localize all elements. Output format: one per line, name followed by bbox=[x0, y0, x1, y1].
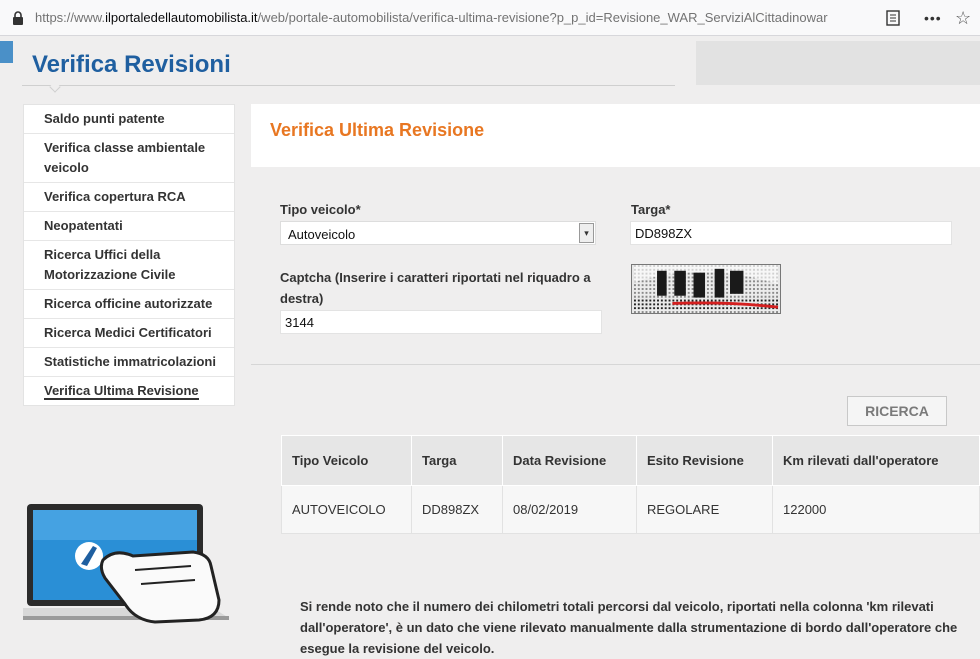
tipo-veicolo-label: Tipo veicolo* bbox=[280, 202, 361, 217]
sidebar-item-label: Saldo punti patente bbox=[44, 111, 165, 126]
sidebar-item-label: Verifica classe ambientale veicolo bbox=[44, 140, 206, 175]
chevron-down-icon[interactable]: ▾ bbox=[579, 223, 594, 243]
sidebar-menu: Saldo punti patente Verifica classe ambi… bbox=[23, 104, 235, 406]
table-cell: DD898ZX bbox=[411, 485, 503, 534]
search-button[interactable]: RICERCA bbox=[847, 396, 947, 426]
url-path: /web/portale-automobilista/verifica-ulti… bbox=[257, 10, 828, 25]
table-cell: REGOLARE bbox=[636, 485, 773, 534]
address-bar[interactable]: https://www.ilportaledellautomobilista.i… bbox=[35, 10, 875, 25]
tipo-veicolo-value: Autoveicolo bbox=[288, 227, 356, 242]
sidebar-item-label: Statistiche immatricolazioni bbox=[44, 354, 216, 369]
column-header: Data Revisione bbox=[502, 435, 637, 486]
browser-toolbar: https://www.ilportaledellautomobilista.i… bbox=[0, 0, 980, 36]
captcha-label: Captcha (Inserire i caratteri riportati … bbox=[280, 270, 591, 306]
main-panel: Verifica Ultima Revisione Tipo veicolo* … bbox=[251, 104, 980, 656]
column-header: Esito Revisione bbox=[636, 435, 773, 486]
main-header: Verifica Ultima Revisione bbox=[251, 104, 980, 167]
header-banner bbox=[696, 41, 980, 85]
page: Verifica Revisioni Saldo punti patente V… bbox=[0, 37, 980, 656]
table-header-row: Tipo Veicolo Targa Data Revisione Esito … bbox=[281, 435, 980, 486]
bookmark-star-icon[interactable]: ☆ bbox=[955, 8, 971, 29]
table-cell: AUTOVEICOLO bbox=[281, 485, 412, 534]
sidebar-item-saldo-punti[interactable]: Saldo punti patente bbox=[24, 105, 234, 134]
reader-view-icon[interactable] bbox=[886, 10, 900, 26]
corner-tab bbox=[0, 41, 13, 63]
targa-input[interactable] bbox=[630, 221, 952, 245]
sidebar-item-copertura-rca[interactable]: Verifica copertura RCA bbox=[24, 183, 234, 212]
column-header: Tipo Veicolo bbox=[281, 435, 412, 486]
section-divider bbox=[251, 364, 980, 365]
sidebar-item-ultima-revisione[interactable]: Verifica Ultima Revisione bbox=[24, 377, 234, 405]
targa-label: Targa* bbox=[631, 202, 671, 217]
section-title: Verifica Ultima Revisione bbox=[270, 120, 485, 140]
table-cell: 08/02/2019 bbox=[502, 485, 637, 534]
column-header: Targa bbox=[411, 435, 503, 486]
sidebar-item-statistiche[interactable]: Statistiche immatricolazioni bbox=[24, 348, 234, 377]
title-notch bbox=[49, 81, 61, 93]
table-row: AUTOVEICOLO DD898ZX 08/02/2019 REGOLARE … bbox=[281, 485, 980, 534]
tipo-veicolo-select[interactable]: Autoveicolo ▾ bbox=[280, 221, 596, 245]
table-cell: 122000 bbox=[772, 485, 980, 534]
captcha-input[interactable] bbox=[280, 310, 602, 334]
results-table: Tipo Veicolo Targa Data Revisione Esito … bbox=[281, 435, 980, 534]
lock-icon bbox=[13, 11, 23, 25]
sidebar-item-label: Neopatentati bbox=[44, 218, 123, 233]
more-actions-icon[interactable]: ••• bbox=[924, 11, 942, 25]
sidebar-item-label: Verifica Ultima Revisione bbox=[44, 383, 199, 400]
url-prefix: https://www. bbox=[35, 10, 106, 25]
km-disclaimer-note: Si rende noto che il numero dei chilomet… bbox=[300, 599, 958, 656]
sidebar-item-uffici-motorizzazione[interactable]: Ricerca Uffici della Motorizzazione Civi… bbox=[24, 241, 234, 290]
sidebar-item-label: Ricerca Uffici della Motorizzazione Civi… bbox=[44, 247, 176, 282]
sidebar-item-medici[interactable]: Ricerca Medici Certificatori bbox=[24, 319, 234, 348]
laptop-illustration bbox=[23, 504, 229, 624]
sidebar-item-label: Ricerca Medici Certificatori bbox=[44, 325, 212, 340]
sidebar-item-officine[interactable]: Ricerca officine autorizzate bbox=[24, 290, 234, 319]
sidebar-item-label: Verifica copertura RCA bbox=[44, 189, 186, 204]
captcha-image bbox=[631, 264, 781, 314]
page-title: Verifica Revisioni bbox=[32, 51, 231, 78]
title-divider bbox=[22, 85, 675, 86]
sidebar-item-neopatentati[interactable]: Neopatentati bbox=[24, 212, 234, 241]
sidebar-item-classe-ambientale[interactable]: Verifica classe ambientale veicolo bbox=[24, 134, 234, 183]
sidebar-item-label: Ricerca officine autorizzate bbox=[44, 296, 213, 311]
url-domain: ilportaledellautomobilista.it bbox=[105, 10, 258, 25]
column-header: Km rilevati dall'operatore bbox=[772, 435, 980, 486]
